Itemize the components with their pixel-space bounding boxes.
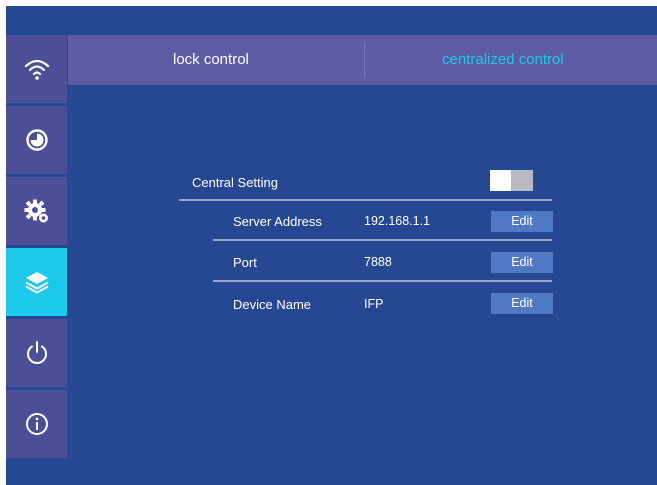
divider	[213, 239, 552, 241]
layers-icon	[25, 272, 48, 294]
wifi-icon	[24, 59, 49, 80]
tab-bar: lock control centralized control	[68, 35, 657, 85]
toggle-knob	[490, 170, 511, 191]
sidebar-item-info[interactable]	[6, 390, 67, 458]
central-setting-label: Central Setting	[192, 175, 278, 190]
tab-divider	[364, 43, 365, 77]
sidebar-item-settings[interactable]	[6, 177, 67, 245]
device-name-label: Device Name	[233, 297, 312, 312]
divider	[213, 280, 552, 282]
tab-lock-control[interactable]: lock control	[173, 35, 249, 85]
device-name-edit-button[interactable]: Edit	[491, 293, 553, 314]
server-address-value: 192.168.1.1	[364, 214, 431, 228]
server-address-label: Server Address	[233, 214, 322, 229]
server-address-edit-button[interactable]: Edit	[491, 211, 553, 232]
tab-centralized-control[interactable]: centralized control	[442, 35, 564, 85]
screen: lock control centralized control Central…	[6, 6, 657, 485]
port-edit-button[interactable]: Edit	[491, 252, 553, 273]
sidebar-item-power[interactable]	[6, 319, 67, 387]
gear-icon	[24, 199, 48, 223]
sidebar	[6, 6, 68, 485]
sidebar-item-schedule[interactable]	[6, 106, 67, 174]
port-label: Port	[233, 255, 257, 270]
port-value: 7888	[364, 255, 392, 269]
clock-icon	[25, 129, 48, 151]
info-icon	[25, 413, 48, 435]
device-name-value: IFP	[364, 297, 384, 311]
divider	[179, 199, 552, 201]
sidebar-item-layers[interactable]	[6, 248, 67, 316]
sidebar-item-network[interactable]	[6, 35, 67, 103]
central-setting-toggle[interactable]	[490, 170, 533, 191]
power-icon	[26, 341, 47, 364]
